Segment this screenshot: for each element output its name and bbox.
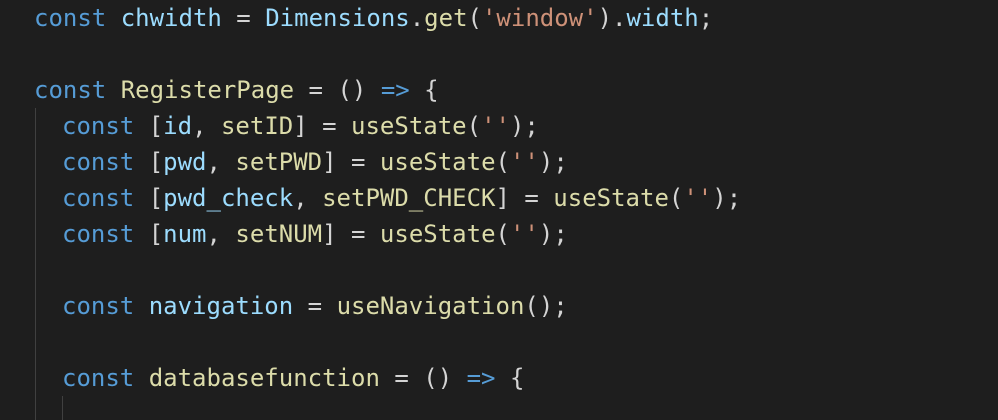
code-line-11[interactable]: const databasefunction = () => { bbox=[62, 360, 524, 396]
code-token: useNavigation bbox=[336, 292, 525, 320]
code-token: () bbox=[337, 76, 367, 104]
code-token: , bbox=[206, 148, 236, 176]
code-token: navigation bbox=[148, 292, 294, 320]
code-token: ( bbox=[495, 220, 510, 248]
code-token: => bbox=[380, 76, 410, 104]
code-line-5[interactable]: const [pwd, setPWD] = useState(''); bbox=[62, 144, 568, 180]
code-token: const bbox=[62, 112, 135, 140]
code-token: '' bbox=[509, 220, 539, 248]
code-token: const bbox=[62, 220, 135, 248]
code-token: const bbox=[34, 4, 107, 32]
code-token: ( bbox=[668, 184, 684, 212]
code-editor[interactable]: const chwidth = Dimensions.get('window')… bbox=[0, 0, 998, 420]
code-token: ] = bbox=[322, 148, 380, 176]
code-token: RegisterPage bbox=[120, 76, 295, 104]
code-token: ] = bbox=[293, 112, 352, 140]
code-token: setNUM bbox=[235, 220, 323, 248]
code-token: id bbox=[163, 112, 193, 140]
code-token: { bbox=[424, 76, 439, 104]
code-token: useState bbox=[351, 112, 467, 140]
code-token: ); bbox=[712, 184, 742, 212]
code-token: , bbox=[206, 220, 236, 248]
code-token: '' bbox=[509, 148, 539, 176]
code-line-3[interactable]: const RegisterPage = () => { bbox=[34, 72, 439, 108]
code-token: const bbox=[62, 184, 135, 212]
code-line-4[interactable]: const [id, setID] = useState(''); bbox=[62, 108, 539, 144]
code-token: , bbox=[293, 184, 323, 212]
code-token: pwd bbox=[163, 148, 207, 176]
code-token: ( bbox=[467, 4, 482, 32]
code-token: databasefunction bbox=[148, 364, 380, 392]
code-token: const bbox=[62, 292, 135, 320]
code-token: '' bbox=[683, 184, 713, 212]
code-token: ( bbox=[466, 112, 482, 140]
code-token: Dimensions bbox=[265, 4, 410, 32]
code-line-6[interactable]: const [pwd_check, setPWD_CHECK] = useSta… bbox=[62, 180, 741, 216]
code-token: chwidth bbox=[120, 4, 222, 32]
code-token: '' bbox=[481, 112, 510, 140]
indent-guide bbox=[35, 108, 36, 420]
code-token: useState bbox=[379, 148, 496, 176]
code-token: ). bbox=[597, 4, 627, 32]
code-token: [ bbox=[134, 220, 164, 248]
code-token: const bbox=[62, 148, 135, 176]
code-token: setID bbox=[220, 112, 294, 140]
code-token: () bbox=[423, 364, 453, 392]
code-token: (); bbox=[524, 292, 568, 320]
code-token: pwd_check bbox=[163, 184, 294, 212]
code-token: ( bbox=[495, 148, 510, 176]
code-token: [ bbox=[134, 112, 164, 140]
code-token: ; bbox=[698, 4, 714, 32]
code-token: ); bbox=[538, 148, 568, 176]
code-token: ); bbox=[509, 112, 539, 140]
code-token: num bbox=[163, 220, 207, 248]
code-line-9[interactable]: const navigation = useNavigation(); bbox=[62, 288, 568, 324]
code-token: useState bbox=[379, 220, 496, 248]
code-token: setPWD_CHECK bbox=[322, 184, 496, 212]
code-line-1[interactable]: const chwidth = Dimensions.get('window')… bbox=[34, 0, 713, 36]
code-token: => bbox=[466, 364, 496, 392]
code-token: . bbox=[409, 4, 425, 32]
code-token: 'window' bbox=[481, 4, 598, 32]
code-token: , bbox=[192, 112, 221, 140]
code-token: const bbox=[34, 76, 107, 104]
code-token: ); bbox=[538, 220, 568, 248]
code-token: { bbox=[509, 364, 525, 392]
indent-guide-inner bbox=[62, 396, 63, 420]
code-token: ] = bbox=[322, 220, 380, 248]
code-token: setPWD bbox=[235, 148, 323, 176]
code-token: = bbox=[294, 76, 338, 104]
code-token: [ bbox=[134, 184, 164, 212]
code-token: = bbox=[379, 364, 424, 392]
code-token: width bbox=[626, 4, 699, 32]
code-token: [ bbox=[134, 148, 164, 176]
code-token: useState bbox=[553, 184, 669, 212]
code-token: = bbox=[293, 292, 337, 320]
code-line-7[interactable]: const [num, setNUM] = useState(''); bbox=[62, 216, 568, 252]
code-token: = bbox=[221, 4, 266, 32]
code-token: ] = bbox=[495, 184, 554, 212]
code-token: get bbox=[424, 4, 468, 32]
code-token: const bbox=[62, 364, 135, 392]
